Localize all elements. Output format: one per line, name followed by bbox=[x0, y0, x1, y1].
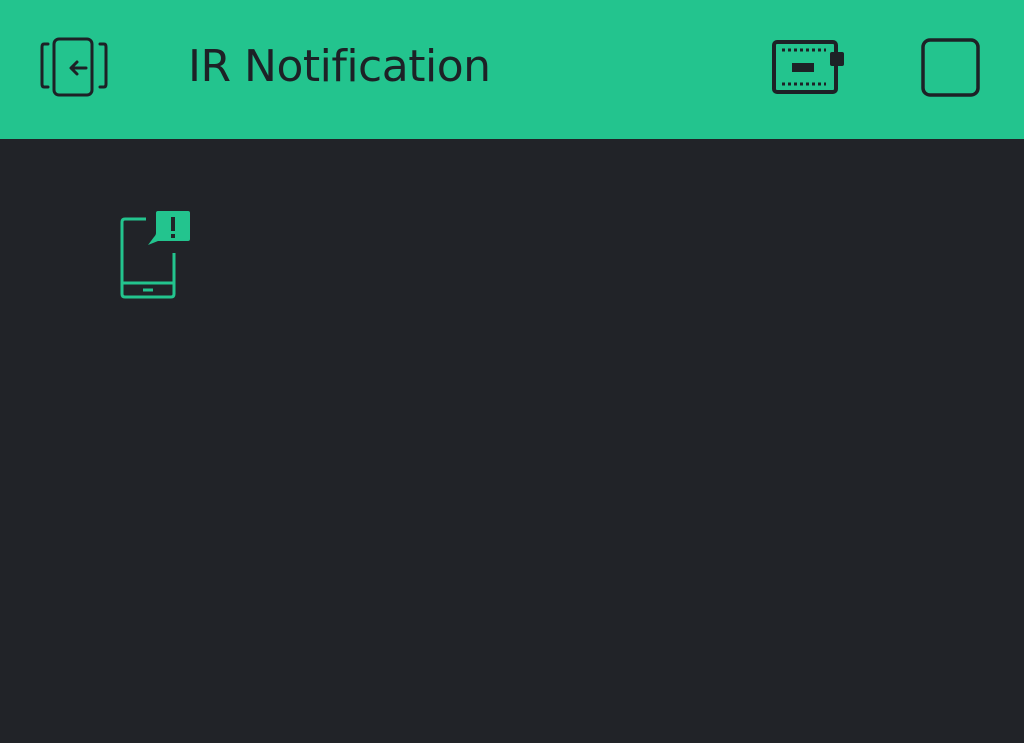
phone-notification-icon bbox=[120, 211, 190, 299]
back-button[interactable] bbox=[38, 34, 110, 100]
top-bar: IR Notification bbox=[0, 0, 1024, 139]
device-board-icon bbox=[772, 40, 844, 94]
project-title: IR Notification bbox=[188, 41, 491, 92]
play-button[interactable] bbox=[918, 36, 982, 100]
device-button[interactable] bbox=[768, 36, 848, 98]
notification-widget[interactable] bbox=[114, 207, 196, 303]
exit-project-icon bbox=[40, 37, 108, 97]
play-stop-icon bbox=[921, 38, 980, 97]
